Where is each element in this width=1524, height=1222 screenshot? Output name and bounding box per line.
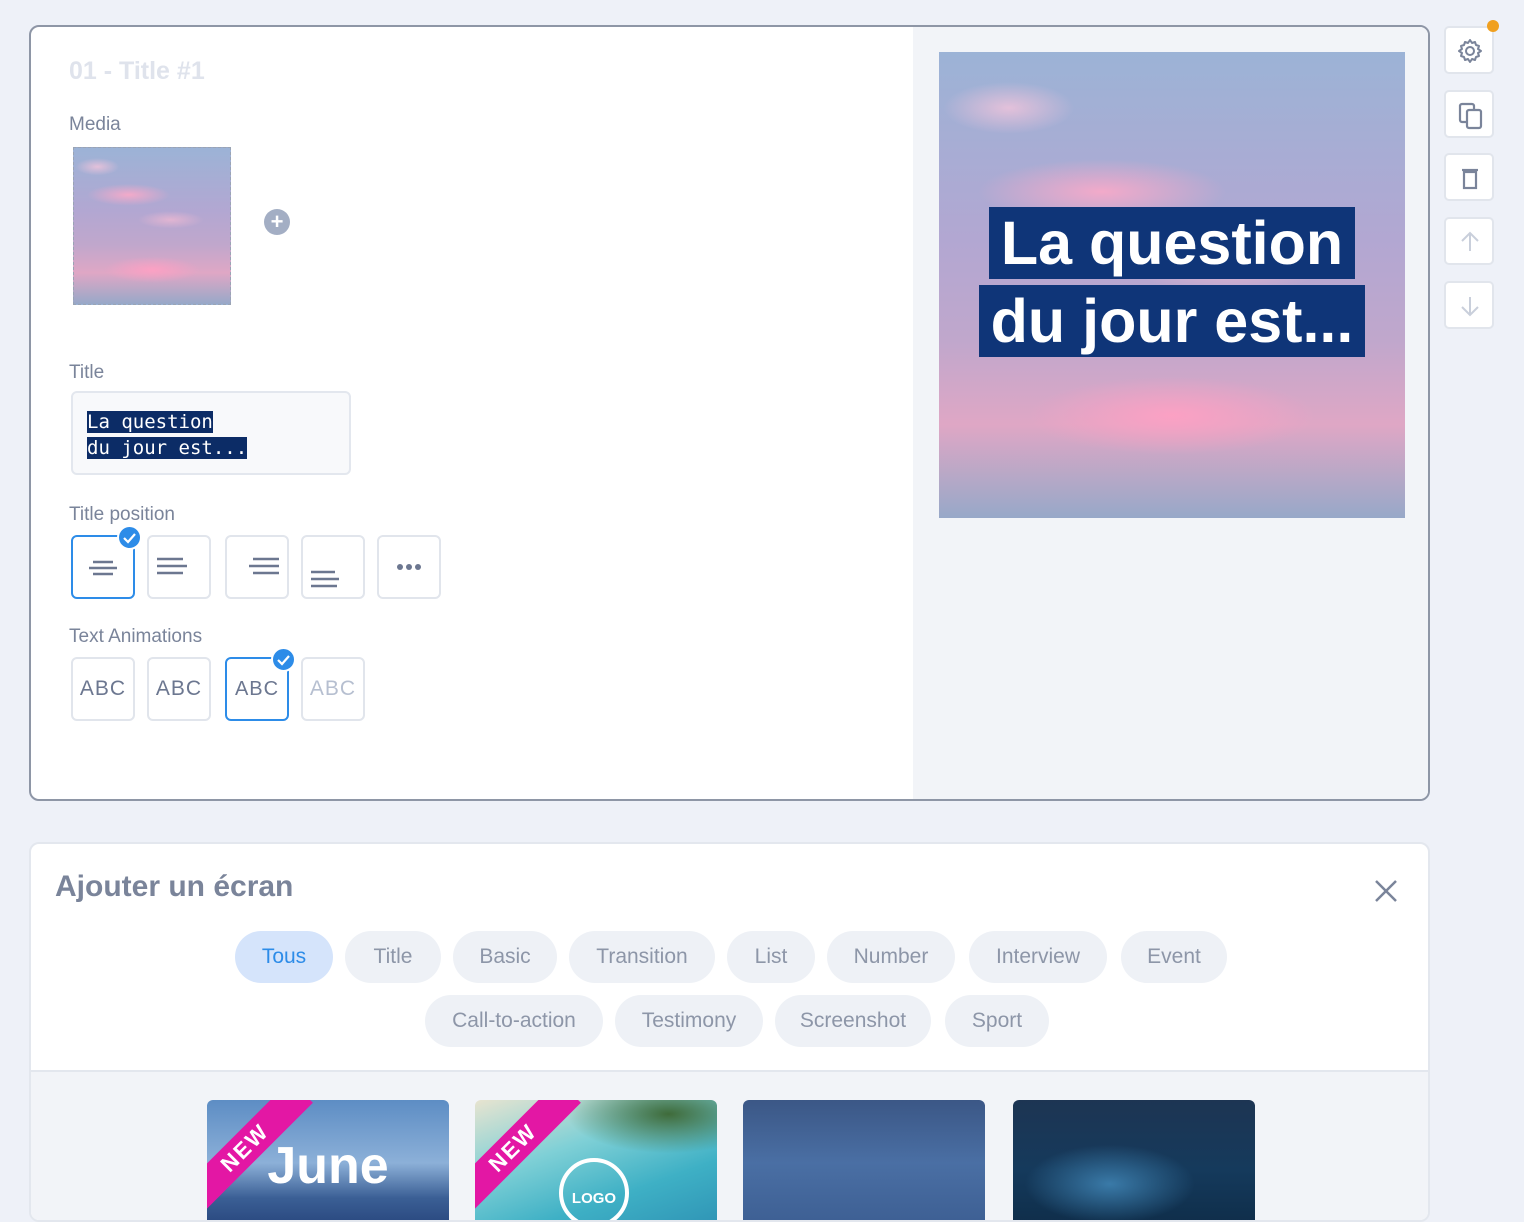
category-chip-tous[interactable]: Tous: [235, 931, 333, 983]
gear-icon: [1458, 39, 1482, 63]
add-screen-title: Ajouter un écran: [55, 870, 294, 903]
title-position-bottom-left-button[interactable]: [301, 535, 365, 599]
screen-editor-card: 01 - Title #1 Media + Title La question …: [29, 25, 1430, 801]
align-right-icon: [249, 557, 279, 575]
title-textarea[interactable]: La question du jour est...: [71, 391, 351, 475]
notification-dot: [1487, 20, 1499, 32]
category-chip-transition[interactable]: Transition: [569, 931, 715, 983]
text-animation-label: ABC: [79, 677, 127, 700]
media-label: Media: [69, 114, 121, 135]
preview-caption-line-2: du jour est...: [978, 285, 1366, 357]
category-chip-list[interactable]: List: [727, 931, 815, 983]
category-chip-testimony[interactable]: Testimony: [615, 995, 763, 1047]
delete-button[interactable]: [1444, 153, 1494, 201]
move-down-button[interactable]: [1444, 281, 1494, 329]
text-animation-label: ABC: [309, 677, 357, 700]
copy-icon: [1458, 102, 1483, 130]
template-logo: LOGO: [559, 1158, 629, 1220]
text-animation-option-1[interactable]: ABC: [71, 657, 135, 721]
category-chip-sport[interactable]: Sport: [945, 995, 1049, 1047]
category-chip-basic[interactable]: Basic: [453, 931, 557, 983]
title-text-line-2: du jour est...: [87, 437, 248, 459]
media-thumbnail[interactable]: [73, 147, 231, 305]
title-position-right-button[interactable]: [225, 535, 289, 599]
category-chip-event[interactable]: Event: [1121, 931, 1227, 983]
preview-caption: La question du jour est...: [939, 204, 1405, 360]
category-chip-call-to-action[interactable]: Call-to-action: [425, 995, 603, 1047]
category-chip-screenshot[interactable]: Screenshot: [775, 995, 931, 1047]
arrow-up-icon: [1461, 231, 1479, 251]
close-button[interactable]: [1371, 876, 1401, 906]
title-position-left-button[interactable]: [147, 535, 211, 599]
title-text-line-1: La question: [87, 411, 213, 433]
title-position-more-button[interactable]: [377, 535, 441, 599]
editor-form: 01 - Title #1 Media + Title La question …: [31, 27, 913, 799]
text-animations-label: Text Animations: [69, 626, 203, 647]
text-animation-label: ABC: [155, 677, 203, 700]
preview-pane: La question du jour est...: [913, 27, 1428, 799]
category-chip-interview[interactable]: Interview: [969, 931, 1107, 983]
more-dots-icon: [397, 564, 421, 570]
category-chip-number[interactable]: Number: [827, 931, 955, 983]
settings-button[interactable]: [1444, 26, 1494, 74]
plus-icon: +: [270, 209, 284, 234]
title-position-label: Title position: [69, 504, 175, 525]
category-chip-title[interactable]: Title: [345, 931, 441, 983]
selected-check-icon: [117, 525, 142, 550]
close-icon: [1375, 880, 1397, 902]
title-position-center-button[interactable]: [71, 525, 142, 599]
text-animation-option-2[interactable]: ABC: [147, 657, 211, 721]
preview-image: La question du jour est...: [939, 52, 1405, 518]
add-media-button[interactable]: +: [264, 209, 290, 235]
arrow-down-icon: [1461, 297, 1479, 317]
preview-caption-line-1: La question: [988, 207, 1356, 279]
screen-title[interactable]: 01 - Title #1: [69, 57, 205, 86]
duplicate-button[interactable]: [1444, 90, 1494, 138]
move-up-button[interactable]: [1444, 217, 1494, 265]
trash-icon: [1462, 168, 1478, 190]
text-animation-option-3[interactable]: ABC: [225, 647, 296, 721]
title-label: Title: [69, 362, 105, 383]
selected-check-icon: [271, 647, 296, 672]
align-bottom-left-icon: [311, 570, 339, 588]
add-screen-panel: Ajouter un écran Tous Title Basic Transi…: [29, 842, 1430, 1222]
align-left-icon: [157, 557, 187, 575]
text-animation-option-4[interactable]: ABC: [301, 657, 365, 721]
